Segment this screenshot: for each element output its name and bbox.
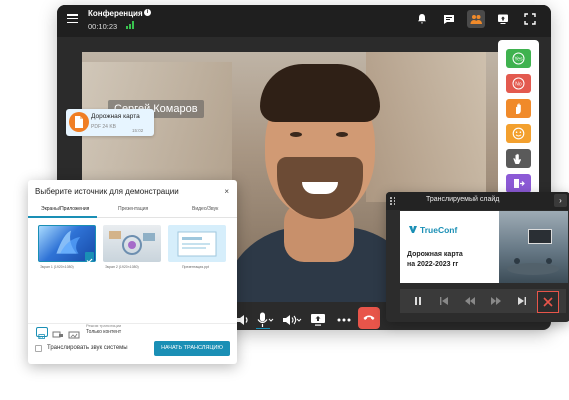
person-eye-left [290,132,302,137]
microphone-icon[interactable] [256,311,274,330]
svg-text:No: No [515,82,522,88]
volume-icon[interactable] [282,311,302,329]
conference-timer: 00:10:23 [88,22,118,31]
vote-no-icon: No [512,77,525,90]
conference-title: Конференция [88,9,143,18]
source-selection-dialog: Выберите источник для демонстрации × Экр… [28,180,237,364]
vote-no-button[interactable]: No [506,74,531,93]
vote-yes-icon: Yes [512,52,525,65]
tab-presentation[interactable]: Презентация [118,206,148,212]
broadcast-mode-value[interactable]: Только контент [86,329,121,335]
last-slide-icon[interactable] [516,295,528,307]
stop-broadcast-button[interactable] [537,291,559,313]
tab-video-audio[interactable]: Видео/Звук [192,206,218,212]
hang-up-icon [363,315,375,320]
mode-content-and-video-icon[interactable] [52,327,64,338]
share-screen-icon[interactable] [494,10,512,28]
bookshelf-right [366,52,486,202]
mode-content-only-icon[interactable] [36,327,48,339]
exit-icon [514,179,525,188]
conference-header: Конференция i 00:10:23 [57,5,551,37]
screen-2-thumbnail[interactable] [103,225,161,262]
screen-2-label: Экран 2 (1920×1080) [105,265,139,269]
drag-handle-icon[interactable] [390,197,396,205]
first-slide-icon[interactable] [438,295,450,307]
smile-button[interactable] [506,124,531,143]
broadcast-slide-panel: Транслируемый слайд › TrueConf Дорожная … [386,192,569,322]
start-broadcast-button[interactable]: НАЧАТЬ ТРАНСЛЯЦИЮ [154,341,230,356]
file-time: 15:02 [132,128,144,133]
trueconf-logo-text: TrueConf [420,225,458,235]
screen-1-label: Экран 1 (1920×1080) [40,265,74,269]
close-icon [543,297,553,307]
person-eye-right [336,132,348,137]
close-icon[interactable]: × [224,187,229,196]
exit-button[interactable] [506,174,531,193]
screen-share-icon[interactable] [310,311,326,329]
mode-split-icon[interactable] [68,327,80,339]
active-tab-indicator [28,216,97,218]
more-options-icon[interactable] [336,311,352,329]
hamburger-menu-icon[interactable] [67,14,78,24]
end-call-button[interactable] [358,307,380,329]
participants-icon[interactable] [467,10,485,28]
system-sound-label: Транслировать звук системы [47,345,128,351]
info-icon[interactable]: i [144,9,151,16]
signal-icon [126,21,134,29]
person-hair [260,64,380,122]
trueconf-logo-icon [409,226,417,233]
applause-button[interactable] [506,149,531,168]
chat-icon[interactable] [440,10,458,28]
next-slide-icon[interactable] [490,295,502,307]
file-message[interactable]: Дорожная карта PDF 24 KB 15:02 [66,109,154,136]
slide-heading-line2: на 2022-2023 гг [407,261,459,268]
svg-text:Yes: Yes [514,57,523,63]
dialog-title: Выберите источник для демонстрации [35,187,179,196]
slide-heading-line1: Дорожная карта [407,251,463,258]
pause-icon[interactable] [412,295,424,307]
fullscreen-icon[interactable] [521,10,539,28]
file-name: Дорожная карта [91,113,140,120]
chevron-right-icon[interactable]: › [554,194,567,207]
system-sound-checkbox[interactable] [35,345,42,352]
bell-icon[interactable] [413,10,431,28]
document-icon [69,112,89,132]
selected-check-icon [85,252,94,264]
current-slide: TrueConf Дорожная карта на 2022-2023 гг [400,211,568,283]
reactions-panel: Yes No [498,40,539,200]
broadcast-mode-label: Режим трансляции [86,323,122,328]
meeting-room-photo [499,211,568,283]
dialog-separator [28,323,237,324]
slide-panel-title: Транслируемый слайд [426,196,500,203]
applause-icon [513,153,521,164]
raise-hand-button[interactable] [506,99,531,118]
smile-icon [512,127,525,140]
slide-panel-header: Транслируемый слайд › [386,192,569,210]
raise-hand-icon [516,103,521,114]
presentation-thumbnail[interactable] [168,225,226,262]
presentation-label: Презентация.ppt [182,265,209,269]
vote-yes-button[interactable]: Yes [506,49,531,68]
previous-slide-icon[interactable] [464,295,476,307]
file-size: PDF 24 KB [91,124,117,130]
tab-screens-apps[interactable]: Экраны/Приложения [41,206,89,212]
speaker-icon[interactable] [236,311,250,329]
